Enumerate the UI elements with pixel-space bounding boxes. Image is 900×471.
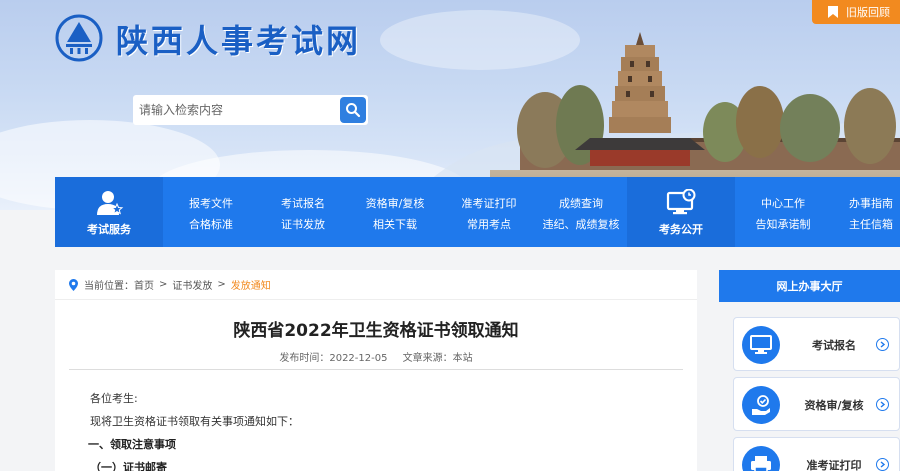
nav-exam-affairs[interactable]: 考务公开 xyxy=(627,177,735,247)
site-title: 陕西人事考试网 xyxy=(116,22,362,60)
nav-link-downloads[interactable]: 相关下载 xyxy=(347,214,443,235)
sidebar-icon-circle xyxy=(742,386,780,424)
user-star-icon xyxy=(97,191,124,215)
nav-column-6: 中心工作 告知承诺制 xyxy=(735,193,831,235)
search-button[interactable] xyxy=(340,97,366,123)
breadcrumb: 当前位置： 首页 > 证书发放 > 发放通知 xyxy=(55,270,697,300)
breadcrumb-separator: > xyxy=(217,279,226,290)
publish-info: 发布时间：2022-12-05 xyxy=(279,353,387,364)
nav-link-application-docs[interactable]: 报考文件 xyxy=(163,193,259,214)
sidebar-item-label: 资格审/复核 xyxy=(804,399,864,412)
nav-link-director-mailbox[interactable]: 主任信箱 xyxy=(823,214,900,235)
sidebar-icon-circle xyxy=(742,446,780,471)
nav-link-exam-sites[interactable]: 常用考点 xyxy=(441,214,537,235)
nav-exam-service-label: 考试服务 xyxy=(87,223,131,236)
nav-column-2: 考试报名 证书发放 xyxy=(255,193,351,235)
article-line: 各位考生: xyxy=(90,392,138,405)
monitor-icon xyxy=(750,335,772,354)
nav-link-pass-standard[interactable]: 合格标准 xyxy=(163,214,259,235)
article-body: 各位考生: 现将卫生资格证书领取有关事项通知如下： 一、领取注意事项 （一）证书… xyxy=(88,387,299,471)
sidebar-item-label: 准考证打印 xyxy=(806,459,862,471)
source-info: 文章来源：本站 xyxy=(403,353,473,364)
article-line: 现将卫生资格证书领取有关事项通知如下： xyxy=(90,415,299,428)
sidebar-item-exam-registration[interactable]: 考试报名 xyxy=(733,317,900,371)
old-version-label: 旧版回顾 xyxy=(846,6,890,19)
nav-link-guide[interactable]: 办事指南 xyxy=(823,193,900,214)
nav-column-3: 资格审/复核 相关下载 xyxy=(347,193,443,235)
breadcrumb-current: 发放通知 xyxy=(230,281,271,292)
printer-icon xyxy=(751,456,771,471)
nav-link-center-work[interactable]: 中心工作 xyxy=(735,193,831,214)
article-heading: 一、领取注意事项 xyxy=(88,438,176,451)
nav-link-score-query[interactable]: 成绩查询 xyxy=(533,193,629,214)
nav-link-exam-registration[interactable]: 考试报名 xyxy=(255,193,351,214)
sidebar-item-qualification-review[interactable]: 资格审/复核 xyxy=(733,377,900,431)
nav-column-5: 成绩查询 违纪、成绩复核 xyxy=(533,193,629,235)
bookmark-icon xyxy=(828,6,838,18)
nav-exam-affairs-label: 考务公开 xyxy=(659,223,703,236)
breadcrumb-prefix: 当前位置： xyxy=(84,281,134,292)
search-icon xyxy=(346,103,361,118)
nav-column-7: 办事指南 主任信箱 xyxy=(823,193,900,235)
site-logo-icon xyxy=(55,14,103,62)
hand-check-icon xyxy=(752,395,770,415)
article-meta: 发布时间：2022-12-05 文章来源：本站 xyxy=(55,349,697,364)
sidebar-title: 网上办事大厅 xyxy=(719,270,900,302)
breadcrumb-separator: > xyxy=(159,279,168,290)
nav-link-certificate-issue[interactable]: 证书发放 xyxy=(255,214,351,235)
source-label: 文章来源： xyxy=(402,353,453,364)
chevron-right-icon xyxy=(876,398,889,411)
chevron-right-icon xyxy=(876,458,889,471)
main-navigation: 考试服务 报考文件 合格标准 考试报名 证书发放 资格审/复核 相关下载 准考证… xyxy=(55,177,900,247)
search-box xyxy=(133,95,368,125)
publish-date: 2022-12-05 xyxy=(329,353,388,364)
breadcrumb-certificate-issue[interactable]: 证书发放 xyxy=(172,277,212,292)
nav-link-commitment[interactable]: 告知承诺制 xyxy=(735,214,831,235)
online-service-sidebar: 网上办事大厅 考试报名 资格审/复核 准考证打印 xyxy=(719,270,900,471)
breadcrumb-home[interactable]: 首页 xyxy=(134,277,154,292)
article-subheading: （一）证书邮寄 xyxy=(90,461,167,471)
sidebar-icon-circle xyxy=(742,326,780,364)
chevron-right-icon xyxy=(876,338,889,351)
location-pin-icon xyxy=(69,278,78,291)
publish-label: 发布时间： xyxy=(279,353,330,364)
nav-link-admission-ticket[interactable]: 准考证打印 xyxy=(441,193,537,214)
sidebar-item-label: 考试报名 xyxy=(812,339,856,352)
search-input[interactable] xyxy=(133,95,338,125)
nav-exam-service[interactable]: 考试服务 xyxy=(55,177,163,247)
nav-link-score-review[interactable]: 违纪、成绩复核 xyxy=(533,214,629,235)
monitor-clock-icon xyxy=(666,189,696,215)
nav-link-qualification-review[interactable]: 资格审/复核 xyxy=(347,193,443,214)
old-version-button[interactable]: 旧版回顾 xyxy=(812,0,900,24)
sidebar-item-admission-ticket[interactable]: 准考证打印 xyxy=(733,437,900,471)
nav-column-1: 报考文件 合格标准 xyxy=(163,193,259,235)
article-divider xyxy=(69,369,683,370)
nav-column-4: 准考证打印 常用考点 xyxy=(441,193,537,235)
article-title: 陕西省2022年卫生资格证书领取通知 xyxy=(233,321,519,341)
source-value: 本站 xyxy=(452,353,473,364)
article-panel: 当前位置： 首页 > 证书发放 > 发放通知 陕西省2022年卫生资格证书领取通… xyxy=(55,270,697,471)
